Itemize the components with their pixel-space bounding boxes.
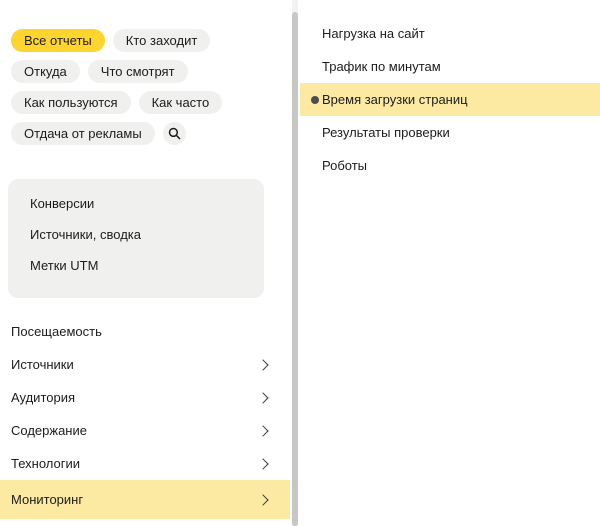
reports-menu: Посещаемость Источники Аудитория Содержа…: [0, 315, 291, 519]
quick-link-utm-tags[interactable]: Метки UTM: [30, 256, 264, 276]
chip-row: Все отчеты Кто заходит: [11, 29, 222, 52]
reports-left-panel: Все отчеты Кто заходит Откуда Что смотря…: [0, 0, 290, 526]
chip-who-visits[interactable]: Кто заходит: [113, 29, 211, 52]
menu-item-traffic[interactable]: Посещаемость: [0, 315, 291, 348]
chip-what-they-view[interactable]: Что смотрят: [88, 60, 188, 83]
submenu-item-site-load[interactable]: Нагрузка на сайт: [300, 17, 600, 50]
chip-row: Как пользуются Как часто: [11, 91, 222, 114]
menu-item-label: Источники: [11, 357, 74, 372]
scrollbar-thumb[interactable]: [292, 12, 298, 526]
chip-how-often[interactable]: Как часто: [139, 91, 223, 114]
menu-item-sources[interactable]: Источники: [0, 348, 291, 381]
menu-item-label: Технологии: [11, 456, 80, 471]
search-chip[interactable]: [163, 122, 186, 145]
left-panel-scrollbar: [290, 0, 300, 526]
submenu-item-label: Трафик по минутам: [322, 59, 441, 74]
chip-where-from[interactable]: Откуда: [11, 60, 80, 83]
chip-how-they-use[interactable]: Как пользуются: [11, 91, 131, 114]
submenu-item-label: Нагрузка на сайт: [322, 26, 425, 41]
menu-item-monitoring[interactable]: Мониторинг: [0, 480, 291, 519]
chevron-right-icon: [257, 494, 268, 505]
filter-chips: Все отчеты Кто заходит Откуда Что смотря…: [11, 29, 222, 153]
chip-row: Отдача от рекламы: [11, 122, 222, 145]
menu-item-label: Содержание: [11, 423, 87, 438]
chevron-right-icon: [257, 392, 268, 403]
chevron-right-icon: [257, 425, 268, 436]
quick-links-box: Конверсии Источники, сводка Метки UTM: [8, 179, 264, 298]
search-icon: [168, 127, 181, 140]
menu-item-audience[interactable]: Аудитория: [0, 381, 291, 414]
chip-row: Откуда Что смотрят: [11, 60, 222, 83]
menu-item-label: Мониторинг: [11, 492, 83, 507]
monitoring-submenu: Нагрузка на сайт Трафик по минутам Время…: [300, 0, 600, 182]
chevron-right-icon: [257, 458, 268, 469]
submenu-item-robots[interactable]: Роботы: [300, 149, 600, 182]
submenu-item-check-results[interactable]: Результаты проверки: [300, 116, 600, 149]
menu-item-label: Посещаемость: [11, 324, 102, 339]
submenu-item-label: Время загрузки страниц: [322, 92, 468, 107]
quick-link-conversions[interactable]: Конверсии: [30, 194, 264, 214]
menu-item-label: Аудитория: [11, 390, 75, 405]
chip-ad-return[interactable]: Отдача от рекламы: [11, 122, 155, 145]
quick-link-sources-summary[interactable]: Источники, сводка: [30, 225, 264, 245]
monitoring-submenu-panel: Нагрузка на сайт Трафик по минутам Время…: [300, 0, 600, 526]
active-bullet-icon: [311, 96, 319, 104]
submenu-item-traffic-by-minutes[interactable]: Трафик по минутам: [300, 50, 600, 83]
menu-item-content[interactable]: Содержание: [0, 414, 291, 447]
chip-all-reports[interactable]: Все отчеты: [11, 29, 105, 52]
chevron-right-icon: [257, 359, 268, 370]
submenu-item-label: Роботы: [322, 158, 367, 173]
submenu-item-label: Результаты проверки: [322, 125, 450, 140]
reports-menu-overlay: Все отчеты Кто заходит Откуда Что смотря…: [0, 0, 600, 526]
menu-item-technologies[interactable]: Технологии: [0, 447, 291, 480]
submenu-item-page-load-time[interactable]: Время загрузки страниц: [300, 83, 600, 116]
